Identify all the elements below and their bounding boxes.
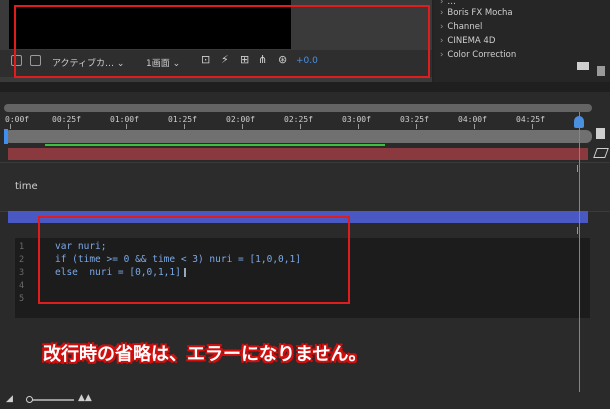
playhead-marker-icon: I [576,164,579,175]
ruler-tick [242,124,243,129]
line-number: 4 [19,281,25,291]
layer-duration-bar-red[interactable] [8,148,588,160]
highlight-box [38,216,350,304]
chevron-right-icon: › [440,22,444,32]
expression-property-row [0,162,610,212]
ruler-tick [532,124,533,129]
work-area-end-handle[interactable] [596,128,605,139]
line-number: 1 [19,242,25,252]
effects-item[interactable]: ›… [440,0,456,7]
render-cache-indicator [45,144,385,146]
ruler-label: 02:00f [226,115,255,124]
highlight-box [14,5,430,78]
ruler-tick [474,124,475,129]
chevron-right-icon: › [440,50,444,60]
effects-category-channel[interactable]: › Channel [440,22,482,32]
ruler-label: 03:25f [400,115,429,124]
ruler-label: 03:00f [342,115,371,124]
work-area-bar[interactable] [4,130,592,143]
ruler-tick [10,124,11,129]
line-number: 2 [19,255,25,265]
zoom-out-icon[interactable]: ◢ [6,394,13,404]
work-area-start-handle[interactable] [4,129,8,144]
resize-grip-icon[interactable] [597,66,605,76]
ruler-tick [68,124,69,129]
new-folder-icon[interactable] [577,62,589,70]
ruler-tick [126,124,127,129]
ruler-tick [358,124,359,129]
panel-divider[interactable] [0,82,610,92]
playhead-handle[interactable] [574,116,584,128]
ruler-label: 04:25f [516,115,545,124]
expression-property-label: time [15,181,38,192]
time-navigator-bar[interactable] [4,104,592,112]
ruler-label: 04:00f [458,115,487,124]
ruler-tick [184,124,185,129]
zoom-slider-knob[interactable] [26,396,33,403]
playhead-marker-icon: I [576,226,579,237]
chevron-right-icon: › [440,8,444,18]
ruler-label: 01:00f [110,115,139,124]
ruler-tick [416,124,417,129]
ruler-tick [300,124,301,129]
line-number: 3 [19,268,25,278]
effects-category-color-correction[interactable]: › Color Correction [440,50,516,60]
chevron-right-icon: › [440,36,444,46]
ruler-label: 0:00f [5,115,30,124]
playhead-line[interactable] [579,112,580,409]
zoom-slider-track[interactable] [30,399,74,401]
ruler-label: 00:25f [52,115,81,124]
ruler-label: 02:25f [284,115,313,124]
zoom-in-icon[interactable]: ▲▲ [78,393,92,403]
annotation-caption: 改行時の省略は、エラーになりません。 [43,344,367,365]
ruler-label: 01:25f [168,115,197,124]
line-number: 5 [19,294,25,304]
effects-category-boris-fx-mocha[interactable]: › Boris FX Mocha [440,8,513,18]
effects-category-cinema-4d[interactable]: › CINEMA 4D [440,36,495,46]
